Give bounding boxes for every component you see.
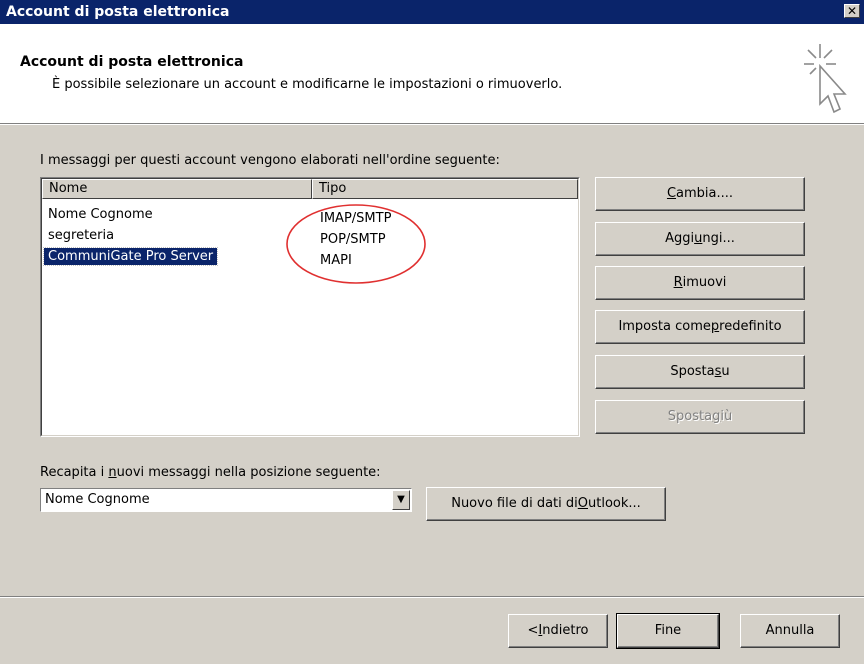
move-down-button[interactable]: Sposta giù: [595, 400, 805, 434]
add-account-button[interactable]: Aggiungi...: [595, 222, 805, 256]
account-row-name[interactable]: segreteria: [44, 227, 118, 244]
header-subtitle: È possibile selezionare un account e mod…: [52, 77, 563, 92]
move-up-button[interactable]: Sposta su: [595, 355, 805, 389]
delivery-location-select[interactable]: Nome Cognome ▼: [40, 488, 412, 512]
delivery-location-value: Nome Cognome: [45, 492, 150, 507]
footer-separator-highlight: [0, 597, 864, 598]
finish-button[interactable]: Fine: [616, 613, 720, 649]
dropdown-arrow-icon[interactable]: ▼: [392, 490, 410, 510]
wizard-cursor-icon: [804, 44, 847, 114]
back-button[interactable]: < Indietro: [508, 614, 608, 648]
close-icon: ✕: [846, 4, 858, 18]
column-header-type[interactable]: Tipo: [312, 179, 578, 199]
change-account-button[interactable]: Cambia....: [595, 177, 805, 211]
new-outlook-data-file-button[interactable]: Nuovo file di dati di Outlook...: [426, 487, 666, 521]
accounts-intro-label: I messaggi per questi account vengono el…: [40, 153, 500, 168]
account-row-type[interactable]: MAPI: [320, 252, 352, 269]
remove-account-button[interactable]: Rimuovi: [595, 266, 805, 300]
window-title: Account di posta elettronica: [6, 4, 230, 20]
cancel-button[interactable]: Annulla: [740, 614, 840, 648]
title-bar: Account di posta elettronica ✕: [0, 0, 864, 24]
header-separator: [0, 124, 864, 125]
column-header-name[interactable]: Nome: [42, 179, 312, 199]
account-row-name-selected[interactable]: CommuniGate Pro Server: [42, 247, 219, 266]
delivery-location-label: Recapita i nuovi messaggi nella posizion…: [40, 465, 381, 480]
wizard-header: Account di posta elettronica È possibile…: [0, 24, 864, 124]
account-row-type[interactable]: IMAP/SMTP: [320, 210, 391, 227]
set-default-button[interactable]: Imposta come predefinito: [595, 310, 805, 344]
account-row-name[interactable]: Nome Cognome: [44, 206, 157, 223]
header-title: Account di posta elettronica: [20, 54, 244, 70]
account-row-type[interactable]: POP/SMTP: [320, 231, 386, 248]
accounts-list[interactable]: Nome Tipo Nome Cognome segreteria Commun…: [40, 177, 580, 437]
close-button[interactable]: ✕: [844, 4, 860, 18]
